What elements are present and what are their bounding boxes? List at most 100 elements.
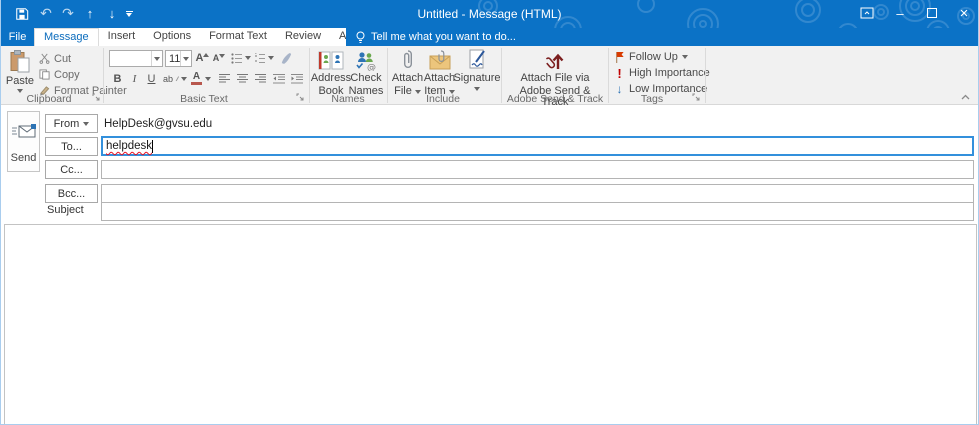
adobe-attach-icon bbox=[542, 49, 568, 71]
tab-file[interactable]: File bbox=[1, 28, 34, 46]
cc-label: Cc... bbox=[60, 164, 83, 176]
outlook-message-window: ↶ ↷ ↑ ↓ Untitled - Message (HTML) – × Fi… bbox=[0, 0, 979, 425]
cc-button[interactable]: Cc... bbox=[45, 160, 98, 179]
basic-text-dialog-launcher[interactable] bbox=[295, 92, 305, 102]
to-label: To... bbox=[61, 141, 82, 153]
minimize-button[interactable]: – bbox=[887, 2, 913, 24]
calligraphy-pen-button[interactable] bbox=[277, 50, 293, 66]
bcc-button[interactable]: Bcc... bbox=[45, 184, 98, 203]
grow-font-button[interactable]: A bbox=[195, 50, 210, 66]
tab-insert[interactable]: Insert bbox=[99, 28, 145, 46]
tell-me-box[interactable]: Tell me what you want to do... bbox=[346, 28, 978, 46]
follow-up-dropdown-icon bbox=[682, 55, 688, 59]
italic-button[interactable]: I bbox=[128, 70, 141, 87]
subject-input[interactable] bbox=[101, 202, 974, 221]
decrease-indent-icon bbox=[273, 74, 285, 84]
cc-input[interactable] bbox=[101, 160, 974, 179]
ribbon-display-options-button[interactable] bbox=[854, 2, 880, 24]
dialog-launcher-icon bbox=[296, 93, 304, 101]
grow-font-icon: A bbox=[196, 52, 204, 64]
dialog-launcher-icon bbox=[92, 93, 100, 101]
attach-item-button[interactable]: Attach Item bbox=[424, 48, 455, 97]
align-left-button[interactable] bbox=[217, 70, 232, 87]
minimize-icon: – bbox=[896, 6, 903, 21]
numbering-icon bbox=[254, 53, 266, 64]
font-name-combo[interactable] bbox=[109, 50, 163, 67]
paste-button[interactable]: Paste bbox=[5, 48, 35, 93]
tags-group-label: Tags bbox=[610, 93, 694, 105]
window-title: Untitled - Message (HTML) bbox=[1, 7, 978, 21]
font-size-value: 11 bbox=[166, 53, 180, 65]
check-names-icon: @ bbox=[354, 51, 378, 71]
signature-button[interactable]: Signature bbox=[457, 48, 497, 91]
dialog-launcher-icon bbox=[692, 93, 700, 101]
align-right-button[interactable] bbox=[253, 70, 268, 87]
highlight-pen-icon bbox=[175, 74, 179, 83]
increase-indent-icon bbox=[291, 74, 303, 84]
font-color-button[interactable]: A bbox=[190, 70, 212, 87]
bullets-icon bbox=[231, 53, 243, 64]
increase-indent-button[interactable] bbox=[289, 70, 304, 87]
cut-button[interactable]: Cut bbox=[39, 51, 71, 66]
font-color-bar bbox=[191, 82, 202, 85]
group-separator bbox=[705, 48, 706, 103]
decrease-indent-button[interactable] bbox=[271, 70, 286, 87]
flag-icon bbox=[614, 51, 625, 64]
close-button[interactable]: × bbox=[951, 2, 977, 24]
align-right-icon bbox=[255, 74, 266, 83]
subject-label: Subject bbox=[47, 204, 84, 216]
names-group-label: Names bbox=[311, 93, 385, 105]
shrink-font-button[interactable]: A bbox=[212, 50, 226, 66]
group-separator bbox=[501, 48, 502, 103]
message-body[interactable] bbox=[4, 224, 977, 425]
group-separator bbox=[103, 48, 104, 103]
maximize-icon bbox=[927, 8, 937, 18]
underline-button[interactable]: U bbox=[145, 70, 158, 87]
group-separator bbox=[608, 48, 609, 103]
from-label: From bbox=[54, 118, 80, 130]
group-separator bbox=[387, 48, 388, 103]
highlight-color-button[interactable]: ab bbox=[163, 70, 187, 87]
address-book-label-1: Address bbox=[311, 73, 351, 84]
high-importance-button[interactable]: ! High Importance bbox=[614, 66, 710, 80]
numbering-button[interactable] bbox=[254, 50, 274, 66]
tab-strip: Message Insert Options Format Text Revie… bbox=[34, 28, 346, 46]
font-size-combo[interactable]: 11 bbox=[165, 50, 192, 67]
calligraphy-pen-icon bbox=[279, 52, 292, 65]
from-button[interactable]: From bbox=[45, 114, 98, 133]
send-icon bbox=[11, 123, 37, 139]
compose-form: Send From HelpDesk@gvsu.edu To... helpde… bbox=[1, 105, 978, 424]
font-name-dropdown-icon bbox=[151, 51, 162, 66]
tab-message[interactable]: Message bbox=[34, 28, 99, 46]
bold-button[interactable]: B bbox=[111, 70, 124, 87]
tab-review[interactable]: Review bbox=[276, 28, 330, 46]
to-button[interactable]: To... bbox=[45, 137, 98, 156]
signature-icon bbox=[468, 49, 486, 71]
send-button[interactable]: Send bbox=[7, 111, 40, 172]
signature-label: Signature bbox=[453, 73, 500, 84]
attach-file-label-1: Attach bbox=[392, 73, 423, 84]
attach-file-button[interactable]: Attach File bbox=[392, 48, 423, 97]
bcc-input[interactable] bbox=[101, 184, 974, 203]
clipboard-dialog-launcher[interactable] bbox=[91, 92, 101, 102]
collapse-ribbon-button[interactable] bbox=[957, 91, 973, 103]
check-names-button[interactable]: @ Check Names bbox=[349, 48, 383, 97]
attach-item-icon bbox=[428, 49, 452, 71]
align-center-icon bbox=[237, 74, 248, 83]
bullets-button[interactable] bbox=[231, 50, 251, 66]
copy-button[interactable]: Copy bbox=[39, 67, 80, 82]
tab-options[interactable]: Options bbox=[144, 28, 200, 46]
maximize-button[interactable] bbox=[919, 2, 945, 24]
to-input[interactable]: helpdesk bbox=[101, 136, 974, 156]
cut-label: Cut bbox=[54, 53, 71, 65]
follow-up-button[interactable]: Follow Up bbox=[614, 50, 688, 64]
tags-dialog-launcher[interactable] bbox=[691, 92, 701, 102]
align-center-button[interactable] bbox=[235, 70, 250, 87]
tab-format-text[interactable]: Format Text bbox=[200, 28, 276, 46]
include-group-label: Include bbox=[389, 93, 497, 105]
font-size-dropdown-icon bbox=[180, 51, 191, 66]
check-names-label-1: Check bbox=[350, 73, 381, 84]
chevron-up-icon bbox=[961, 94, 970, 100]
basic-text-group-label: Basic Text bbox=[105, 93, 303, 105]
address-book-button[interactable]: Address Book bbox=[314, 48, 348, 97]
